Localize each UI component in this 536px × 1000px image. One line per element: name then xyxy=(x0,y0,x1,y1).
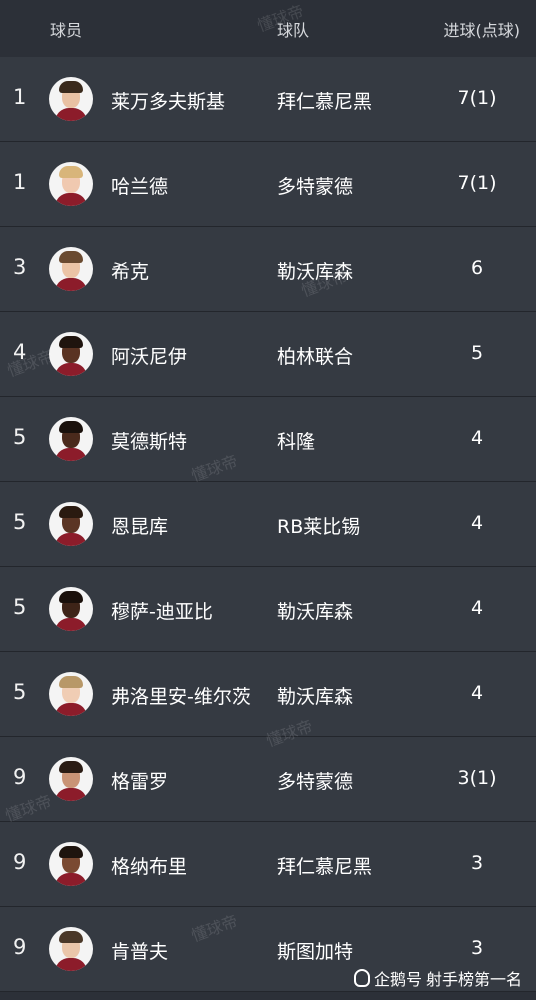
team-name[interactable]: 拜仁慕尼黑 xyxy=(277,87,372,114)
goals-count: 3(1) xyxy=(457,767,497,789)
player-name[interactable]: 阿沃尼伊 xyxy=(111,342,187,369)
player-avatar[interactable] xyxy=(49,842,93,886)
rank: 4 xyxy=(13,340,27,364)
table-row[interactable]: 5 弗洛里安-维尔茨 勒沃库森 4 xyxy=(0,652,536,737)
goals-count: 3 xyxy=(470,937,484,959)
table-row[interactable]: 1 莱万多夫斯基 拜仁慕尼黑 7(1) xyxy=(0,57,536,142)
player-name[interactable]: 哈兰德 xyxy=(111,172,168,199)
player-avatar[interactable] xyxy=(49,587,93,631)
goals-count: 6 xyxy=(470,257,484,279)
player-name[interactable]: 格雷罗 xyxy=(111,767,168,794)
table-row[interactable]: 5 莫德斯特 科隆 4 xyxy=(0,397,536,482)
table-header: 球员 球队 进球(点球) xyxy=(0,0,536,57)
rank: 1 xyxy=(13,85,27,109)
rank: 9 xyxy=(13,850,27,874)
player-name[interactable]: 穆萨-迪亚比 xyxy=(111,597,213,624)
column-header-team: 球队 xyxy=(277,21,310,40)
goals-count: 5 xyxy=(470,342,484,364)
player-avatar[interactable] xyxy=(49,332,93,376)
player-avatar[interactable] xyxy=(49,927,93,971)
rank: 9 xyxy=(13,935,27,959)
team-name[interactable]: RB莱比锡 xyxy=(277,512,360,539)
table-row[interactable]: 1 哈兰德 多特蒙德 7(1) xyxy=(0,142,536,227)
player-name[interactable]: 肯普夫 xyxy=(111,937,168,964)
column-header-goals: 进球(点球) xyxy=(443,21,521,40)
player-avatar[interactable] xyxy=(49,162,93,206)
rank: 9 xyxy=(13,765,27,789)
scorer-list: 1 莱万多夫斯基 拜仁慕尼黑 7(1) 1 哈兰德 多特蒙德 7(1) 3 希克 勒沃库森 6 4 阿沃尼… xyxy=(0,57,536,992)
player-name[interactable]: 恩昆库 xyxy=(111,512,168,539)
goals-count: 4 xyxy=(470,512,484,534)
player-avatar[interactable] xyxy=(49,417,93,461)
team-name[interactable]: 多特蒙德 xyxy=(277,767,353,794)
goals-count: 7(1) xyxy=(457,87,497,109)
team-name[interactable]: 科隆 xyxy=(277,427,315,454)
goals-count: 4 xyxy=(470,597,484,619)
rank: 3 xyxy=(13,255,27,279)
team-name[interactable]: 拜仁慕尼黑 xyxy=(277,852,372,879)
goals-count: 4 xyxy=(470,682,484,704)
footer-account: 射手榜第一名 xyxy=(425,970,522,989)
team-name[interactable]: 柏林联合 xyxy=(277,342,353,369)
rank: 5 xyxy=(13,680,27,704)
player-avatar[interactable] xyxy=(49,77,93,121)
player-name[interactable]: 弗洛里安-维尔茨 xyxy=(111,682,251,709)
team-name[interactable]: 勒沃库森 xyxy=(277,597,353,624)
goals-count: 3 xyxy=(470,852,484,874)
column-header-player: 球员 xyxy=(50,21,83,40)
table-row[interactable]: 5 恩昆库 RB莱比锡 4 xyxy=(0,482,536,567)
goals-count: 4 xyxy=(470,427,484,449)
penguin-icon xyxy=(353,969,370,987)
team-name[interactable]: 斯图加特 xyxy=(277,937,353,964)
player-name[interactable]: 莱万多夫斯基 xyxy=(111,87,225,114)
table-row[interactable]: 9 格雷罗 多特蒙德 3(1) xyxy=(0,737,536,822)
table-row[interactable]: 4 阿沃尼伊 柏林联合 5 xyxy=(0,312,536,397)
table-row[interactable]: 3 希克 勒沃库森 6 xyxy=(0,227,536,312)
player-avatar[interactable] xyxy=(49,757,93,801)
rank: 5 xyxy=(13,510,27,534)
player-name[interactable]: 格纳布里 xyxy=(111,852,187,879)
rank: 5 xyxy=(13,595,27,619)
rank: 1 xyxy=(13,170,27,194)
team-name[interactable]: 多特蒙德 xyxy=(277,172,353,199)
player-name[interactable]: 希克 xyxy=(111,257,149,284)
player-avatar[interactable] xyxy=(49,502,93,546)
table-row[interactable]: 9 格纳布里 拜仁慕尼黑 3 xyxy=(0,822,536,907)
rank: 5 xyxy=(13,425,27,449)
player-avatar[interactable] xyxy=(49,247,93,291)
table-row[interactable]: 5 穆萨-迪亚比 勒沃库森 4 xyxy=(0,567,536,652)
player-name[interactable]: 莫德斯特 xyxy=(111,427,187,454)
team-name[interactable]: 勒沃库森 xyxy=(277,257,353,284)
footer-watermark: 企鹅号 射手榜第一名 xyxy=(353,966,522,990)
footer-brand: 企鹅号 xyxy=(373,970,422,989)
goals-count: 7(1) xyxy=(457,172,497,194)
team-name[interactable]: 勒沃库森 xyxy=(277,682,353,709)
player-avatar[interactable] xyxy=(49,672,93,716)
